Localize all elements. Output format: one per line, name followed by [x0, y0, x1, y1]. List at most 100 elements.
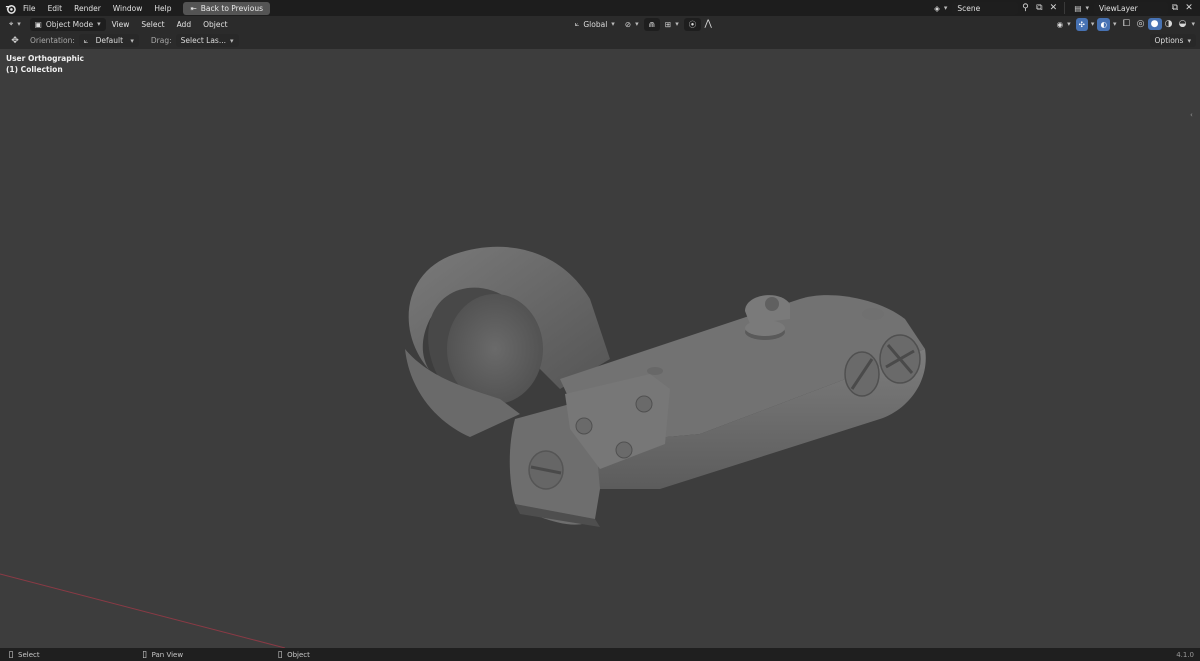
new-viewlayer-icon[interactable]: ⧉ — [1168, 2, 1182, 14]
solid-shading-icon[interactable]: ● — [1147, 18, 1162, 30]
screw-small-1 — [575, 417, 593, 435]
drag-label: Drag: — [150, 36, 172, 45]
chevron-down-icon: ▾ — [1067, 20, 1071, 28]
back-to-previous-button[interactable]: ⇤ Back to Previous — [183, 1, 270, 15]
menu-help[interactable]: Help — [148, 4, 177, 13]
visibility-dropdown[interactable]: ◉ ▾ — [1052, 18, 1076, 31]
orientation-axes-icon: ⟀ — [574, 19, 580, 28]
version-label: 4.1.0 — [1176, 650, 1194, 659]
screw-side-2 — [879, 334, 921, 384]
menu-view[interactable]: View — [106, 20, 136, 29]
menu-render[interactable]: Render — [68, 4, 107, 13]
wireframe-shading-icon[interactable]: ◎ — [1134, 18, 1148, 30]
options-dropdown[interactable]: Options ▾ — [1149, 34, 1196, 47]
menu-file[interactable]: File — [17, 4, 42, 13]
drag-dropdown[interactable]: Select Las... ▾ — [175, 34, 239, 47]
proportional-icon: ⦿ — [688, 19, 697, 29]
viewlayer-icon: ▤ — [1074, 3, 1082, 13]
gizmo-toggle[interactable]: ✣ — [1075, 17, 1088, 31]
status-select: Select — [18, 650, 40, 659]
back-to-previous-label: Back to Previous — [200, 3, 263, 13]
pivot-point-dropdown[interactable]: ⊘ ▾ — [620, 18, 644, 31]
chevron-down-icon: ▾ — [1187, 36, 1191, 45]
sight-model[interactable] — [405, 246, 926, 527]
screw-side-1 — [844, 351, 880, 397]
blender-logo-icon[interactable] — [3, 2, 17, 14]
overlays-chevron-icon[interactable]: ▾ — [1113, 20, 1117, 28]
falloff-curve-icon[interactable]: ⋀ — [701, 18, 715, 30]
new-scene-icon[interactable]: ⧉ — [1032, 2, 1046, 14]
menu-object[interactable]: Object — [197, 20, 233, 29]
x-axis-line — [0, 573, 286, 648]
gizmo-chevron-icon[interactable]: ▾ — [1091, 20, 1095, 28]
magnet-icon: ⋒ — [648, 19, 655, 29]
drag-value: Select Las... — [180, 36, 226, 45]
mouse-middle-icon: ▯ — [142, 649, 148, 660]
status-object: Object — [287, 650, 310, 659]
move-tool-icon[interactable]: ✥ — [8, 35, 22, 47]
small-pin — [647, 367, 663, 375]
pivot-icon: ⊘ — [624, 19, 632, 29]
mouse-right-icon: ▯ — [277, 649, 283, 660]
divider — [1064, 2, 1066, 14]
shading-chevron-icon[interactable]: ▾ — [1192, 20, 1196, 28]
orientation-dropdown[interactable]: ⟀ Default ▾ — [78, 34, 139, 47]
orientation-value: Default — [95, 36, 124, 45]
top-menu-bar: File Edit Render Window Help ⇤ Back to P… — [0, 0, 1200, 16]
delete-scene-icon[interactable]: ✕ — [1046, 2, 1060, 14]
viewlayer-name-field[interactable]: ViewLayer — [1094, 1, 1168, 15]
menu-edit[interactable]: Edit — [42, 4, 69, 13]
object-mode-label: Object Mode — [45, 19, 94, 29]
snap-increment-icon: ⊞ — [664, 19, 672, 29]
screw-small-3 — [635, 395, 653, 413]
object-mode-icon: ▣ — [34, 19, 42, 29]
chevron-down-icon: ▾ — [17, 20, 21, 28]
chevron-down-icon: ▾ — [130, 36, 134, 45]
gizmo-icon: ✣ — [1078, 19, 1085, 29]
transform-orientation-label: Global — [583, 19, 608, 29]
scene-canvas — [0, 246, 926, 648]
scene-name-field[interactable]: Scene — [952, 1, 1019, 15]
material-preview-icon[interactable]: ◑ — [1162, 18, 1176, 30]
viewlayer-selector-button[interactable]: ▤ ▾ — [1069, 2, 1094, 15]
top-lever — [745, 295, 790, 324]
menu-select[interactable]: Select — [135, 20, 170, 29]
chevron-down-icon: ▾ — [229, 36, 234, 45]
overlays-icon: ◐ — [1100, 19, 1107, 29]
3d-viewport[interactable]: User Orthographic (1) Collection ‹ — [0, 49, 1200, 648]
menu-window[interactable]: Window — [107, 4, 149, 13]
tool-settings-bar: ✥ Orientation: ⟀ Default ▾ Drag: Select … — [0, 32, 1200, 49]
view3d-icon: ⌖ — [9, 19, 14, 28]
scene-selector-button[interactable]: ◈ ▾ — [929, 2, 952, 15]
object-mode-dropdown[interactable]: ▣ Object Mode ▾ — [29, 17, 106, 31]
snap-toggle[interactable]: ⋒ — [643, 17, 660, 31]
eye-icon: ◉ — [1056, 19, 1064, 29]
orientation-label: Orientation: — [30, 36, 75, 45]
default-orientation-icon: ⟀ — [83, 35, 89, 45]
chevron-down-icon: ▾ — [97, 20, 101, 28]
overlays-toggle[interactable]: ◐ — [1097, 17, 1110, 31]
xray-toggle-icon[interactable]: ⧠ — [1120, 18, 1134, 30]
delete-viewlayer-icon[interactable]: ✕ — [1182, 2, 1196, 14]
back-arrow-icon: ⇤ — [190, 3, 197, 13]
proportional-editing-toggle[interactable]: ⦿ — [683, 17, 702, 31]
chevron-down-icon: ▾ — [611, 20, 615, 28]
status-bar: ▯ Select ▯ Pan View ▯ Object 4.1.0 — [0, 648, 1200, 661]
screw-small-2 — [615, 441, 633, 459]
editor-type-button[interactable]: ⌖ ▾ — [4, 18, 26, 31]
transform-orientation-dropdown[interactable]: ⟀ Global ▾ — [570, 18, 620, 31]
chevron-down-icon: ▾ — [635, 20, 639, 28]
chevron-down-icon: ▾ — [1085, 4, 1089, 12]
snap-target-dropdown[interactable]: ⊞ ▾ — [660, 18, 684, 31]
mouse-left-icon: ▯ — [8, 649, 14, 660]
screw-front — [528, 450, 564, 490]
top-button — [862, 308, 884, 320]
viewport-header: ⌖ ▾ ▣ Object Mode ▾ View Select Add Objec… — [0, 16, 1200, 32]
options-label: Options — [1154, 36, 1184, 45]
chevron-down-icon: ▾ — [943, 4, 948, 12]
chevron-down-icon: ▾ — [675, 20, 679, 28]
menu-add[interactable]: Add — [171, 20, 198, 29]
rendered-shading-icon[interactable]: ◒ — [1176, 18, 1190, 30]
status-pan: Pan View — [151, 650, 184, 659]
pin-icon[interactable]: ⚲ — [1018, 2, 1032, 14]
